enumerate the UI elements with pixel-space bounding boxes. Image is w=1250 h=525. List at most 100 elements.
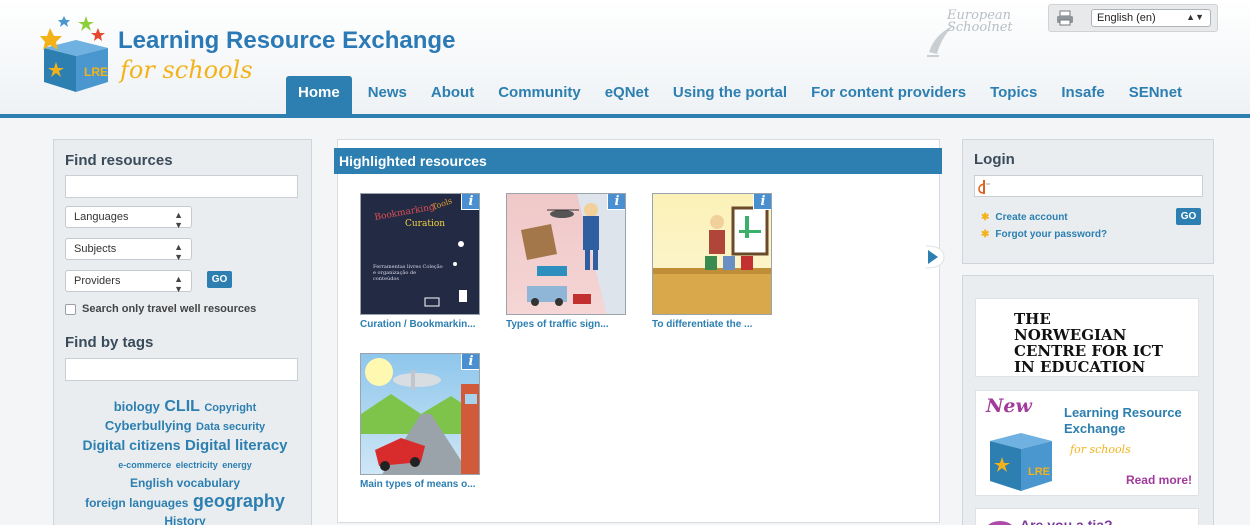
lre-promo-subtitle: for schools: [1070, 443, 1131, 456]
new-badge: New: [986, 395, 1032, 417]
lre-box-text: LRE: [84, 65, 108, 79]
curation-thumbnail-art: Bookmarking Curation Tools Ferramentas l…: [373, 196, 467, 307]
tag-search-input[interactable]: [65, 358, 298, 381]
traffic-signs-thumbnail-art: [521, 194, 625, 314]
european-schoolnet-logo[interactable]: European Schoolnet: [925, 8, 1035, 58]
tag-link[interactable]: foreign languages: [85, 496, 188, 510]
resource-thumbnail[interactable]: i: [360, 353, 480, 475]
tag-link[interactable]: History: [164, 514, 205, 525]
nav-eqnet[interactable]: eQNet: [593, 76, 661, 114]
resource-title[interactable]: To differentiate the ...: [652, 319, 752, 330]
third-promo-text: Are you a tia?: [1020, 517, 1113, 525]
thumb-caption: Tools: [431, 196, 454, 212]
chevron-right-icon[interactable]: [924, 244, 946, 270]
tag-link[interactable]: CLIL: [164, 398, 200, 415]
resource-thumbnail[interactable]: i: [652, 193, 772, 315]
highlighted-resources-panel: Highlighted resources Bookmarking Curati…: [334, 139, 945, 523]
resource-card[interactable]: i Main types of means o...: [360, 353, 490, 498]
providers-select[interactable]: Providers ▲ ▼: [65, 270, 192, 294]
create-account-label: Create account: [995, 212, 1068, 223]
providers-select-value: Providers: [74, 275, 121, 287]
lre-promo-title: Learning Resource Exchange: [1064, 405, 1182, 436]
login-heading: Login: [974, 151, 1015, 168]
tag-link[interactable]: Data security: [196, 421, 265, 433]
nav-topics[interactable]: Topics: [978, 76, 1049, 114]
tag-link[interactable]: electricity: [176, 460, 218, 470]
login-input[interactable]: [974, 175, 1203, 197]
tag-link[interactable]: Copyright: [204, 402, 256, 414]
travel-well-label: Search only travel well resources: [82, 303, 257, 315]
european-schoolnet-text: European Schoolnet: [947, 8, 1013, 35]
lre-box-icon: LRE: [40, 16, 108, 92]
resource-card[interactable]: i Types of traffic sign...: [506, 193, 636, 338]
language-select-value: English (en): [1097, 12, 1156, 24]
travel-well-option[interactable]: Search only travel well resources: [65, 303, 256, 315]
forgot-password-link[interactable]: ✱ Forgot your password?: [981, 229, 1107, 240]
create-account-link[interactable]: ✱ Create account: [981, 212, 1068, 223]
print-icon[interactable]: [1056, 10, 1074, 26]
site-subtitle: for schools: [120, 56, 253, 84]
forgot-password-label: Forgot your password?: [995, 229, 1108, 240]
nav-home[interactable]: Home: [286, 76, 352, 114]
resource-thumbnail[interactable]: Bookmarking Curation Tools Ferramentas l…: [360, 193, 480, 315]
tag-link[interactable]: energy: [222, 460, 252, 470]
languages-select[interactable]: Languages ▲ ▼: [65, 206, 192, 230]
resource-card[interactable]: Bookmarking Curation Tools Ferramentas l…: [360, 193, 490, 338]
nav-community[interactable]: Community: [486, 76, 593, 114]
resource-title[interactable]: Curation / Bookmarkin...: [360, 319, 476, 330]
subjects-select-value: Subjects: [74, 243, 117, 255]
find-go-button[interactable]: GO: [207, 271, 232, 288]
differentiate-thumbnail-art: [653, 206, 771, 314]
resource-card[interactable]: i To differentiate the ...: [652, 193, 782, 338]
tag-link[interactable]: geography: [193, 491, 285, 511]
travel-well-checkbox[interactable]: [65, 303, 76, 315]
nav-news[interactable]: News: [356, 76, 419, 114]
norwegian-centre-text: THE NORWEGIAN CENTRE FOR ICT IN EDUCATIO…: [1014, 310, 1163, 376]
updown-arrow-icon: ▲▼: [174, 242, 183, 262]
login-go-button[interactable]: GO: [1176, 208, 1201, 225]
updown-arrow-icon: ▲▼: [1186, 12, 1204, 22]
tag-link[interactable]: e-commerce: [118, 460, 171, 470]
resource-title[interactable]: Main types of means o...: [360, 479, 476, 490]
subjects-select[interactable]: Subjects ▲ ▼: [65, 238, 192, 262]
info-icon[interactable]: i: [461, 354, 479, 370]
info-icon[interactable]: i: [461, 194, 479, 210]
updown-arrow-icon: ▲▼: [174, 210, 183, 230]
nav-about[interactable]: About: [419, 76, 486, 114]
main-nav: Home News About Community eQNet Using th…: [286, 76, 1194, 114]
resource-title[interactable]: Types of traffic sign...: [506, 319, 609, 330]
tag-link[interactable]: Cyberbullying: [105, 418, 192, 433]
resource-search-input[interactable]: [65, 175, 298, 198]
find-resources-panel: Find resources Languages ▲ ▼ Subjects ▲ ▼ …: [53, 139, 312, 525]
norwegian-centre-banner[interactable]: THE NORWEGIAN CENTRE FOR ICT IN EDUCATIO…: [975, 298, 1199, 377]
site-header: LRE Learning Resource Exchange for schoo…: [0, 0, 1250, 118]
ads-panel: THE NORWEGIAN CENTRE FOR ICT IN EDUCATIO…: [962, 275, 1214, 525]
nav-content-providers[interactable]: For content providers: [799, 76, 978, 114]
lre-promo-banner[interactable]: New LRE Learning Resource Exchange for s…: [975, 390, 1199, 496]
languages-select-value: Languages: [74, 211, 129, 223]
info-icon[interactable]: i: [607, 194, 625, 210]
star-icon: ✱: [981, 212, 990, 223]
find-by-tags-heading: Find by tags: [65, 334, 154, 351]
openid-icon: [978, 180, 990, 194]
info-icon[interactable]: i: [753, 194, 771, 210]
site-title: Learning Resource Exchange: [118, 27, 456, 54]
tag-link[interactable]: Digital literacy: [185, 437, 288, 454]
tag-cloud: biology CLIL Copyright Cyberbullying Dat…: [65, 398, 305, 525]
nav-using-portal[interactable]: Using the portal: [661, 76, 799, 114]
tag-link[interactable]: English vocabulary: [130, 476, 240, 490]
resource-thumbnail[interactable]: i: [506, 193, 626, 315]
star-icon: ✱: [981, 229, 990, 240]
thumb-caption: Curation: [405, 219, 445, 229]
nav-insafe[interactable]: Insafe: [1049, 76, 1116, 114]
language-select[interactable]: English (en) ▲▼: [1091, 9, 1211, 27]
tag-link[interactable]: Digital citizens: [82, 437, 180, 453]
tag-link[interactable]: biology: [114, 399, 160, 414]
nav-sennet[interactable]: SENnet: [1117, 76, 1194, 114]
find-resources-heading: Find resources: [65, 152, 173, 169]
lre-box-text: LRE: [1028, 466, 1050, 478]
third-promo-banner[interactable]: Are you a tia?: [975, 508, 1199, 525]
read-more-link[interactable]: Read more!: [1126, 473, 1192, 487]
thumb-body: Ferramentas livres Coleção e organização…: [373, 264, 443, 282]
lre-box-icon: LRE: [990, 433, 1052, 491]
